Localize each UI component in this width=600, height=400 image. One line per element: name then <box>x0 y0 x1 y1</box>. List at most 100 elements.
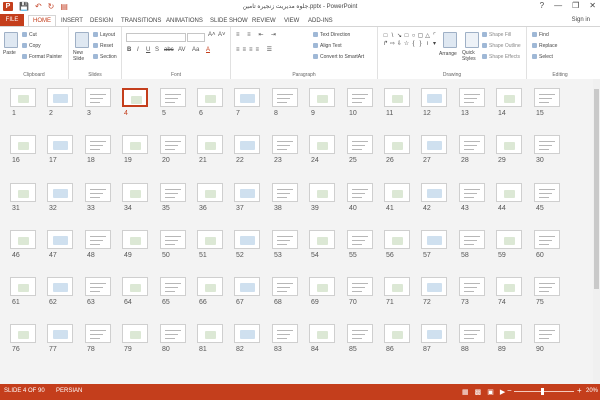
slide-thumbnail[interactable] <box>197 277 223 296</box>
italic-button[interactable]: I <box>137 47 139 53</box>
slide-thumbnail[interactable] <box>272 135 298 154</box>
language-indicator[interactable]: PERSIAN <box>56 388 82 394</box>
slide-thumbnail[interactable] <box>272 324 298 343</box>
shape-outline-button[interactable]: Shape Outline <box>482 43 521 49</box>
slide-thumbnail[interactable] <box>309 230 335 249</box>
restore-icon[interactable]: ❐ <box>572 1 579 10</box>
layout-button[interactable]: Layout <box>93 32 115 38</box>
slide-thumbnail[interactable] <box>197 183 223 202</box>
slide-thumbnail[interactable] <box>384 88 410 107</box>
close-icon[interactable]: ✕ <box>589 1 596 10</box>
slide-thumbnail[interactable] <box>197 88 223 107</box>
slide-thumbnail[interactable] <box>384 324 410 343</box>
select-button[interactable]: Select <box>532 54 553 60</box>
oval-shape-icon[interactable]: ○ <box>410 32 417 40</box>
slide-thumbnail[interactable] <box>384 230 410 249</box>
quick-styles-icon[interactable] <box>465 32 479 48</box>
slide-thumbnail[interactable] <box>234 135 260 154</box>
slide-thumbnail[interactable] <box>47 324 73 343</box>
slide-thumbnail[interactable] <box>347 88 373 107</box>
slide-thumbnail[interactable] <box>122 277 148 296</box>
strikethrough-button[interactable]: abc <box>164 47 174 53</box>
alignment-icons[interactable]: ≡≡≡≡ ☰ <box>236 46 275 53</box>
slide-thumbnail[interactable] <box>47 135 73 154</box>
font-name-combo[interactable] <box>126 33 186 42</box>
slide-thumbnail[interactable] <box>85 183 111 202</box>
slide-thumbnail[interactable] <box>309 324 335 343</box>
slide-thumbnail[interactable] <box>160 277 186 296</box>
slide-thumbnail[interactable] <box>496 135 522 154</box>
line-shape-icon[interactable]: \ <box>389 32 396 40</box>
tab-add-ins[interactable]: ADD-INS <box>308 16 333 26</box>
triangle-shape-icon[interactable]: △ <box>424 32 431 40</box>
slide-thumbnail[interactable] <box>272 183 298 202</box>
slide-thumbnail[interactable] <box>347 324 373 343</box>
zoom-in-button[interactable]: + <box>577 386 582 395</box>
slide-thumbnail[interactable] <box>347 135 373 154</box>
more-shapes-icon[interactable]: ▾ <box>431 40 438 48</box>
view-buttons[interactable]: ▦▩▣▶ <box>462 388 511 396</box>
star-shape-icon[interactable]: ☆ <box>403 40 410 48</box>
slide-thumbnail[interactable] <box>160 135 186 154</box>
slide-thumbnail[interactable] <box>197 135 223 154</box>
slide-thumbnail[interactable] <box>421 135 447 154</box>
zoom-slider-knob[interactable] <box>541 388 544 395</box>
slide-thumbnail[interactable] <box>122 230 148 249</box>
slide-thumbnail[interactable] <box>459 135 485 154</box>
scrollbar-thumb[interactable] <box>594 89 599 289</box>
character-spacing-button[interactable]: AV <box>178 47 186 53</box>
slide-thumbnail[interactable] <box>421 230 447 249</box>
slide-thumbnail[interactable] <box>234 230 260 249</box>
slide-thumbnail[interactable] <box>496 277 522 296</box>
tab-transitions[interactable]: TRANSITIONS <box>121 16 161 26</box>
curve-shape-icon[interactable]: ≀ <box>424 40 431 48</box>
slide-thumbnail[interactable] <box>459 88 485 107</box>
slide-thumbnail[interactable] <box>384 135 410 154</box>
slide-thumbnail[interactable] <box>459 324 485 343</box>
slide-thumbnail[interactable] <box>10 88 36 107</box>
slide-thumbnail[interactable] <box>421 88 447 107</box>
zoom-out-button[interactable]: − <box>507 386 512 395</box>
slide-thumbnail[interactable] <box>47 183 73 202</box>
slide-thumbnail[interactable] <box>47 88 73 107</box>
format-painter-button[interactable]: Format Painter <box>22 54 62 60</box>
slide-thumbnail[interactable] <box>160 183 186 202</box>
right-arrow-shape-icon[interactable]: ⇨ <box>389 40 396 48</box>
slide-thumbnail[interactable] <box>47 277 73 296</box>
rounded-rect-shape-icon[interactable]: ▢ <box>417 32 424 40</box>
slide-thumbnail[interactable] <box>160 324 186 343</box>
help-icon[interactable]: ? <box>540 1 544 10</box>
slide-thumbnail[interactable] <box>272 277 298 296</box>
cut-button[interactable]: Cut <box>22 32 37 38</box>
slide-thumbnail[interactable] <box>122 183 148 202</box>
slide-thumbnail[interactable] <box>160 230 186 249</box>
slide-thumbnail[interactable] <box>421 324 447 343</box>
slide-thumbnail[interactable] <box>234 88 260 107</box>
font-color-button[interactable]: A <box>206 47 210 53</box>
slide-thumbnail[interactable] <box>384 183 410 202</box>
slide-thumbnail[interactable] <box>10 324 36 343</box>
tab-animations[interactable]: ANIMATIONS <box>166 16 203 26</box>
slide-thumbnail[interactable] <box>534 277 560 296</box>
text-direction-button[interactable]: Text Direction <box>313 32 350 38</box>
rectangle-shape-icon[interactable]: □ <box>403 32 410 40</box>
elbow-shape-icon[interactable]: ⌜ <box>431 32 438 40</box>
elbow-arrow-shape-icon[interactable]: ↱ <box>382 40 389 48</box>
slide-thumbnail[interactable] <box>234 277 260 296</box>
section-button[interactable]: Section <box>93 54 117 60</box>
shadow-button[interactable]: S <box>155 47 159 53</box>
slide-thumbnail[interactable] <box>459 277 485 296</box>
slide-thumbnail[interactable] <box>309 88 335 107</box>
underline-button[interactable]: U <box>146 47 150 53</box>
slide-thumbnail[interactable] <box>384 277 410 296</box>
slide-thumbnail[interactable] <box>197 324 223 343</box>
tab-slide-show[interactable]: SLIDE SHOW <box>210 16 248 26</box>
shapes-gallery[interactable]: □ \ ↘ □ ○ ▢ △ ⌜ ↱ ⇨ ⇩ ☆{} ≀ ▾ <box>382 32 442 62</box>
slide-thumbnail[interactable] <box>534 88 560 107</box>
slide-thumbnail[interactable] <box>534 135 560 154</box>
down-arrow-shape-icon[interactable]: ⇩ <box>396 40 403 48</box>
slide-thumbnail[interactable] <box>85 277 111 296</box>
zoom-level[interactable]: 20% <box>586 388 598 394</box>
arrow-shape-icon[interactable]: ↘ <box>396 32 403 40</box>
new-slide-icon[interactable] <box>75 32 89 48</box>
